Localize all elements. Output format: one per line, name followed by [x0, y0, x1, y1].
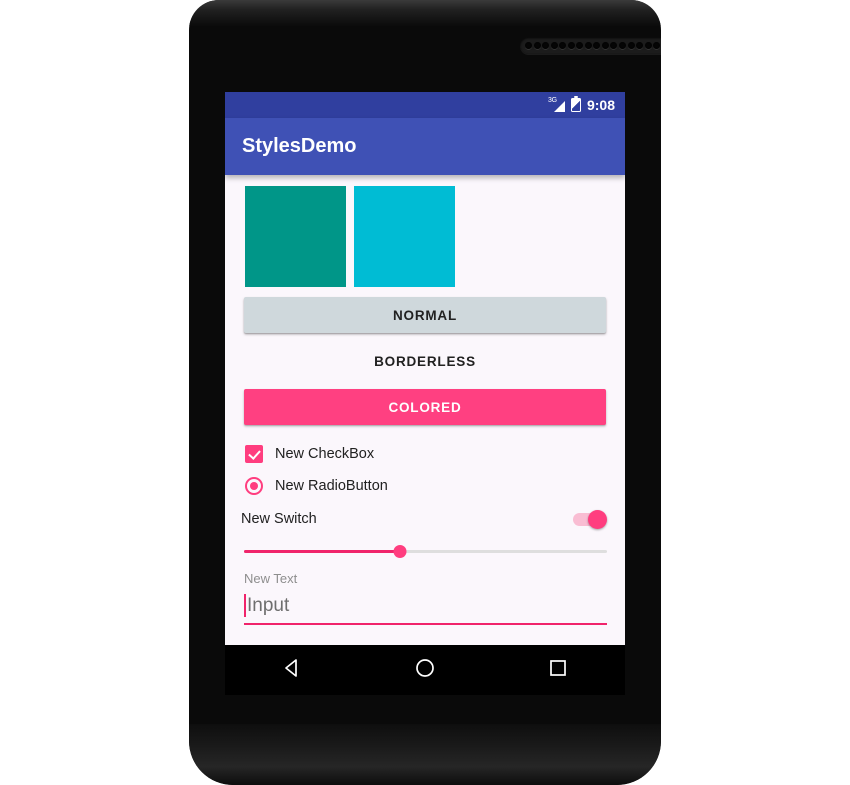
speaker-hole	[542, 42, 550, 49]
text-field-label: New Text	[244, 571, 298, 586]
status-bar: 3G 9:08	[225, 92, 625, 118]
battery-charging-icon	[570, 95, 581, 112]
checkbox-checked-icon[interactable]	[245, 445, 263, 463]
speaker-hole	[559, 42, 567, 49]
speaker-hole	[619, 42, 627, 49]
seek-bar[interactable]	[244, 542, 607, 560]
speaker-hole	[644, 42, 652, 49]
nav-recents-button[interactable]	[546, 656, 570, 685]
radio-selected-icon[interactable]	[245, 477, 263, 495]
normal-button-row: NORMAL	[225, 297, 625, 333]
color-swatch-row	[225, 175, 625, 287]
colored-button-row: COLORED	[225, 389, 625, 425]
speaker-hole	[525, 42, 532, 49]
switch-toggle[interactable]	[573, 510, 607, 529]
normal-button[interactable]: NORMAL	[244, 297, 606, 333]
switch-thumb[interactable]	[588, 510, 607, 529]
app-bar: StylesDemo	[225, 118, 625, 175]
text-input-value: Input	[247, 595, 290, 616]
colored-button[interactable]: COLORED	[244, 389, 606, 425]
speaker-hole	[601, 42, 609, 49]
text-field-block: New Text Input	[225, 571, 625, 625]
slider-row[interactable]	[225, 540, 625, 562]
device-top-bezel	[189, 0, 661, 26]
device-bottom-bezel	[189, 724, 661, 785]
checkbox-label: New CheckBox	[275, 446, 375, 462]
square-recents-icon	[550, 659, 567, 676]
seek-bar-thumb[interactable]	[393, 545, 407, 558]
app-content: NORMAL BORDERLESS COLORED New CheckBox N…	[225, 175, 625, 645]
seek-bar-fill	[244, 550, 401, 553]
circle-home-icon	[416, 658, 434, 677]
checkbox-row[interactable]: New CheckBox	[225, 438, 625, 470]
speaker-hole	[533, 42, 541, 49]
text-input-field[interactable]: Input	[244, 593, 607, 625]
radio-button-row[interactable]: New RadioButton	[225, 470, 625, 502]
borderless-button[interactable]: BORDERLESS	[244, 343, 606, 379]
accent-swatch	[354, 186, 455, 287]
speaker-hole	[627, 42, 635, 49]
earpiece-speaker-grille	[520, 37, 661, 54]
navigation-bar	[225, 645, 625, 695]
speaker-hole	[576, 42, 584, 49]
speaker-hole	[550, 42, 558, 49]
status-bar-clock: 9:08	[586, 97, 615, 113]
signal-bars-glyph	[553, 101, 565, 112]
radio-button-label: New RadioButton	[275, 478, 388, 494]
nav-back-button[interactable]	[280, 656, 304, 685]
phone-screen: 3G 9:08 StylesDemo NORMAL BORDERLESS COL…	[225, 92, 625, 645]
app-title: StylesDemo	[242, 135, 357, 157]
switch-label: New Switch	[241, 511, 317, 527]
speaker-hole	[584, 42, 592, 49]
switch-row[interactable]: New Switch	[225, 504, 625, 534]
triangle-back-icon	[284, 658, 297, 677]
speaker-hole	[610, 42, 618, 49]
text-caret	[244, 594, 246, 617]
speaker-hole	[636, 42, 644, 49]
borderless-button-row: BORDERLESS	[225, 343, 625, 379]
nav-home-button[interactable]	[413, 656, 437, 685]
speaker-hole	[567, 42, 575, 49]
speaker-hole	[593, 42, 601, 49]
signal-bars-icon: 3G	[548, 97, 565, 112]
speaker-hole	[653, 42, 661, 49]
primary-swatch	[245, 186, 346, 287]
